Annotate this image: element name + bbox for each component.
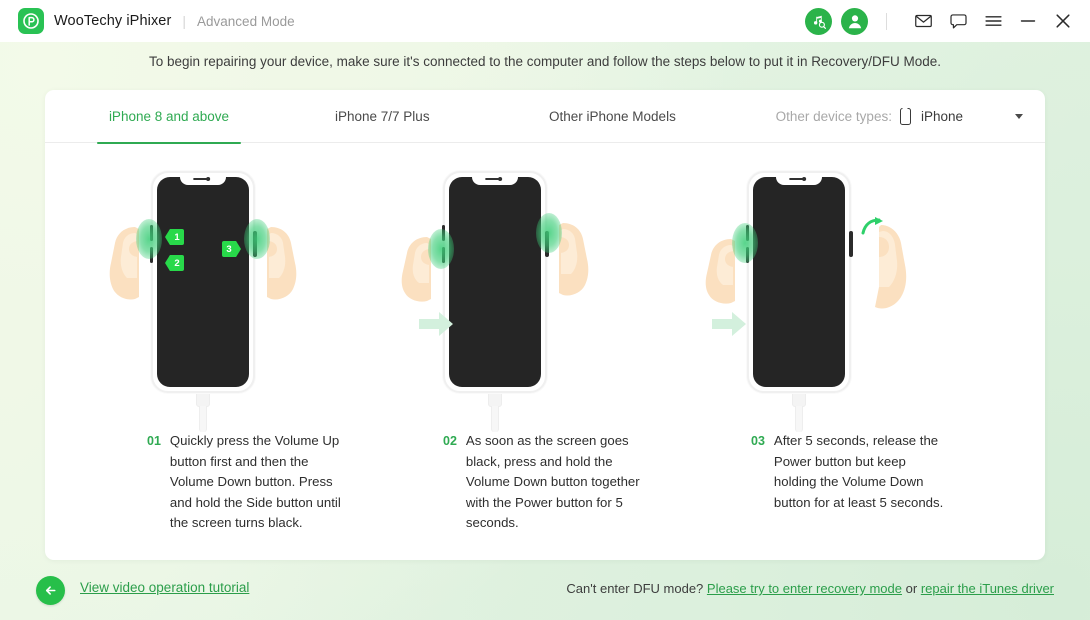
left-hand-icon <box>701 213 739 305</box>
music-search-icon[interactable] <box>805 7 832 35</box>
power-button <box>849 231 853 257</box>
press-highlight-left <box>732 223 758 263</box>
step-caption-1: 01 Quickly press the Volume Up button fi… <box>57 431 349 534</box>
content-card: iPhone 8 and above iPhone 7/7 Plus Other… <box>45 90 1045 560</box>
step-illustration-2 <box>349 161 641 432</box>
step-column-3: 03 After 5 seconds, release the Power bu… <box>653 143 945 560</box>
front-camera <box>802 177 807 181</box>
step-illustration-3 <box>653 161 945 432</box>
device-type-value: iPhone <box>920 109 963 124</box>
account-avatar-icon[interactable] <box>841 7 868 35</box>
minimize-icon[interactable] <box>1015 8 1041 34</box>
steps-container: 1 2 3 01 Quickly press the Volume Up but… <box>45 143 1045 560</box>
step-number: 01 <box>147 434 161 448</box>
iphone-illustration <box>149 171 257 393</box>
iphone-illustration <box>745 171 853 393</box>
tab-label: iPhone 7/7 Plus <box>335 108 430 124</box>
step-description: As soon as the screen goes black, press … <box>465 433 640 530</box>
footer-bar: View video operation tutorial Can't ente… <box>0 560 1090 620</box>
iphone-screen <box>157 177 249 387</box>
phone-icon <box>899 108 911 125</box>
cable-wire <box>199 406 207 432</box>
step-number: 03 <box>751 434 765 448</box>
title-separator: | <box>182 13 187 29</box>
titlebar-divider <box>886 12 887 30</box>
app-title: WooTechy iPhixer <box>54 13 172 29</box>
brand-block: WooTechy iPhixer | Advanced Mode <box>18 8 295 34</box>
app-mode-label: Advanced Mode <box>197 13 295 29</box>
iphone-notch <box>472 173 518 185</box>
chevron-down-icon[interactable] <box>1015 114 1023 119</box>
tab-label: Other iPhone Models <box>549 108 676 124</box>
iphone-notch <box>180 173 226 185</box>
press-highlight-left <box>136 219 162 259</box>
step-arrow-1-to-2 <box>417 310 455 338</box>
step-caption-3: 03 After 5 seconds, release the Power bu… <box>653 431 945 513</box>
tab-iphone-8-and-above[interactable]: iPhone 8 and above <box>97 90 241 144</box>
recovery-mode-link[interactable]: Please try to enter recovery mode <box>707 581 902 596</box>
close-icon[interactable] <box>1050 8 1076 34</box>
cable-wire <box>491 406 499 432</box>
menu-icon[interactable] <box>980 8 1006 34</box>
tab-iphone-7-7-plus[interactable]: iPhone 7/7 Plus <box>335 90 430 143</box>
step-description: After 5 seconds, release the Power butto… <box>773 433 944 510</box>
device-type-label: Other device types: <box>775 109 892 124</box>
press-highlight-right <box>536 213 562 253</box>
app-window: WooTechy iPhixer | Advanced Mode To begi… <box>0 0 1090 620</box>
itunes-driver-link[interactable]: repair the iTunes driver <box>921 581 1054 596</box>
release-arrow-icon <box>861 217 887 237</box>
front-camera <box>498 177 503 181</box>
iphone-screen <box>449 177 541 387</box>
dfu-help-text: Can't enter DFU mode? Please try to ente… <box>566 581 1054 596</box>
back-button[interactable] <box>36 576 65 605</box>
device-type-selector[interactable]: Other device types: iPhone <box>776 90 1023 143</box>
wootechy-logo-icon <box>18 8 44 34</box>
cable-wire <box>795 406 803 432</box>
video-tutorial-link[interactable]: View video operation tutorial <box>80 580 249 595</box>
charging-cable <box>487 387 503 432</box>
tab-label: iPhone 8 and above <box>108 108 230 124</box>
front-camera <box>206 177 211 181</box>
tab-other-iphone-models[interactable]: Other iPhone Models <box>549 90 676 143</box>
press-highlight-left <box>428 229 454 269</box>
step-number: 02 <box>443 434 457 448</box>
back-arrow-icon <box>45 586 56 595</box>
help-conjunction: or <box>905 581 918 596</box>
press-highlight-right <box>244 219 270 259</box>
charging-cable <box>195 387 211 432</box>
tab-bar: iPhone 8 and above iPhone 7/7 Plus Other… <box>45 90 1045 144</box>
iphone-screen <box>753 177 845 387</box>
dfu-help-prefix: Can't enter DFU mode? <box>566 581 704 596</box>
title-bar: WooTechy iPhixer | Advanced Mode <box>0 0 1090 42</box>
step-column-1: 1 2 3 01 Quickly press the Volume Up but… <box>57 143 349 560</box>
feedback-icon[interactable] <box>945 8 971 34</box>
iphone-notch <box>776 173 822 185</box>
mail-icon[interactable] <box>910 8 936 34</box>
right-hand-icon <box>263 213 301 305</box>
step-illustration-1: 1 2 3 <box>57 161 349 432</box>
instruction-banner: To begin repairing your device, make sur… <box>149 54 941 69</box>
step-arrow-2-to-3 <box>710 310 748 338</box>
step-description: Quickly press the Volume Up button first… <box>169 433 341 530</box>
charging-cable <box>791 387 807 432</box>
iphone-illustration <box>441 171 549 393</box>
step-column-2: 02 As soon as the screen goes black, pre… <box>349 143 641 560</box>
step-caption-2: 02 As soon as the screen goes black, pre… <box>349 431 641 534</box>
